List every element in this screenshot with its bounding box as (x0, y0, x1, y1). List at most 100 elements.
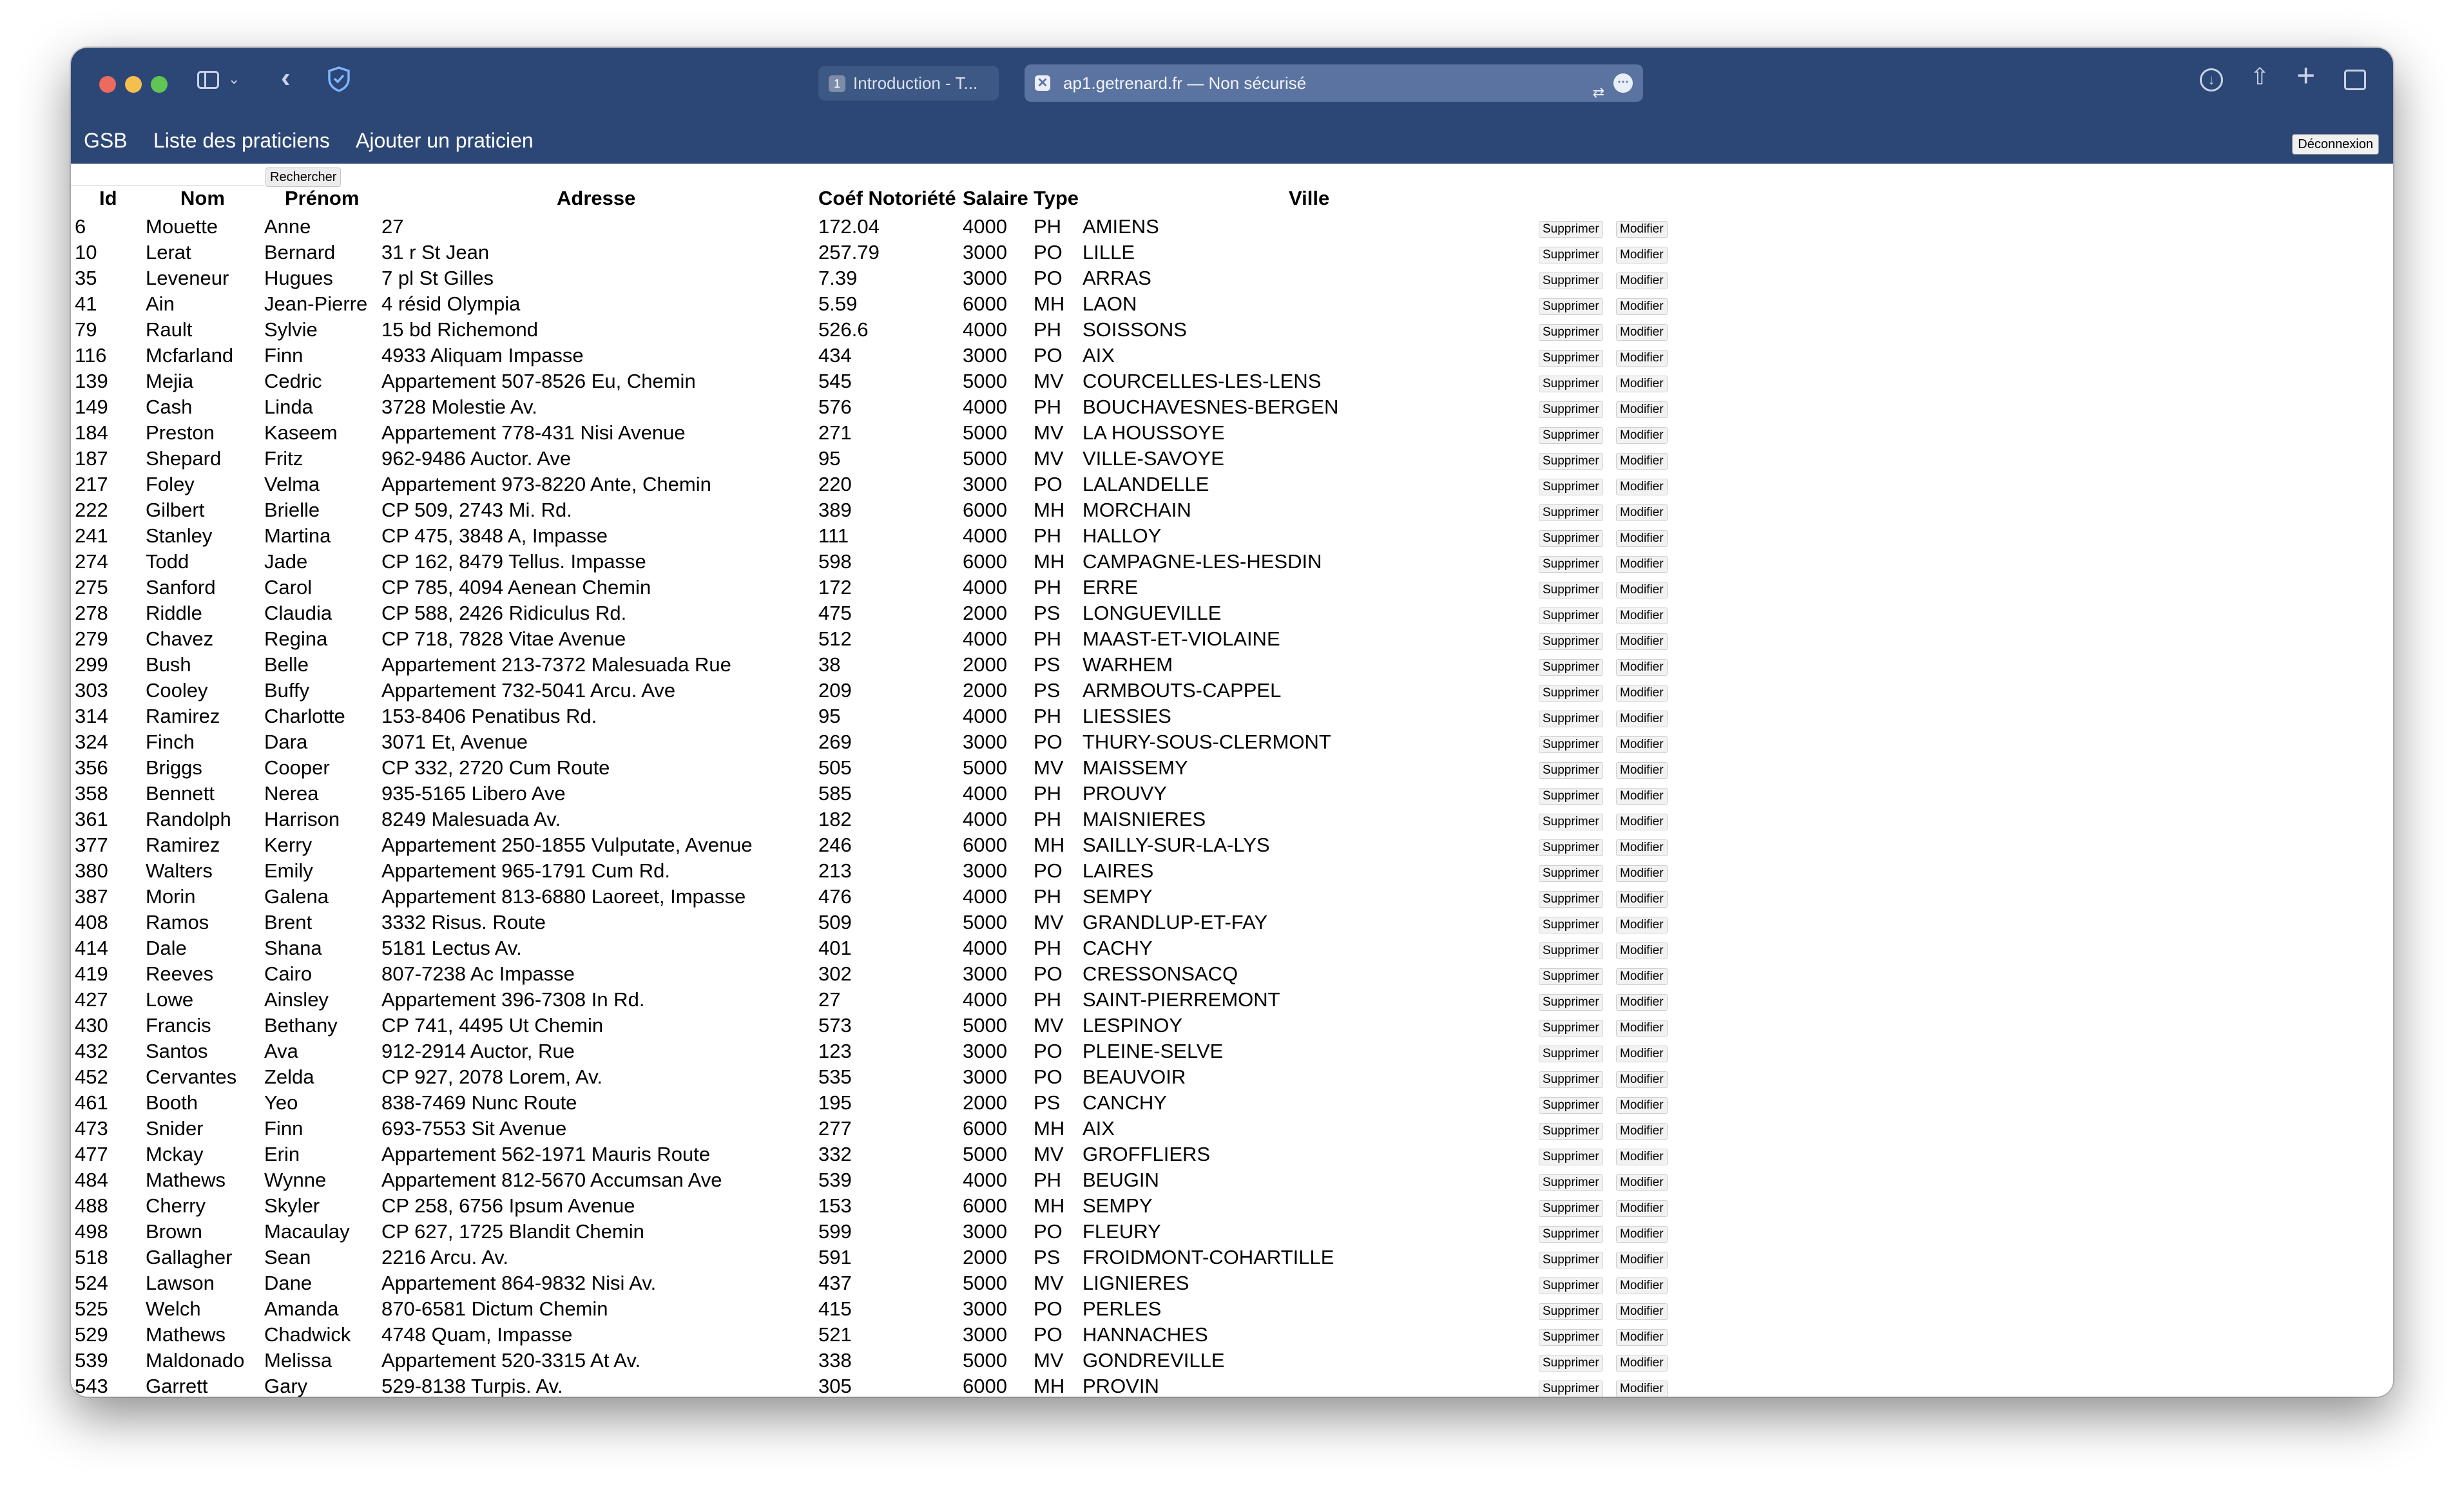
translate-icon[interactable]: ⇄ (1593, 74, 1604, 111)
minimize-window-button[interactable] (125, 76, 142, 93)
edit-button[interactable]: Modifier (1616, 401, 1668, 418)
delete-button[interactable]: Supprimer (1539, 917, 1603, 933)
edit-button[interactable]: Modifier (1616, 865, 1668, 882)
delete-button[interactable]: Supprimer (1539, 1097, 1603, 1114)
delete-button[interactable]: Supprimer (1539, 530, 1603, 547)
nav-list-practitioners[interactable]: Liste des praticiens (153, 129, 330, 153)
edit-button[interactable]: Modifier (1616, 788, 1668, 805)
back-arrow-icon[interactable]: ‹ (281, 62, 291, 94)
edit-button[interactable]: Modifier (1616, 273, 1668, 289)
edit-button[interactable]: Modifier (1616, 1200, 1668, 1217)
shield-icon[interactable] (326, 66, 352, 93)
delete-button[interactable]: Supprimer (1539, 865, 1603, 882)
delete-button[interactable]: Supprimer (1539, 994, 1603, 1011)
delete-button[interactable]: Supprimer (1539, 298, 1603, 315)
delete-button[interactable]: Supprimer (1539, 1329, 1603, 1346)
edit-button[interactable]: Modifier (1616, 556, 1668, 573)
delete-button[interactable]: Supprimer (1539, 607, 1603, 624)
delete-button[interactable]: Supprimer (1539, 736, 1603, 753)
edit-button[interactable]: Modifier (1616, 479, 1668, 495)
brand-link[interactable]: GSB (84, 129, 128, 153)
edit-button[interactable]: Modifier (1616, 607, 1668, 624)
chevron-down-icon[interactable]: ⌄ (228, 71, 240, 88)
edit-button[interactable]: Modifier (1616, 1303, 1668, 1320)
delete-button[interactable]: Supprimer (1539, 1071, 1603, 1088)
delete-button[interactable]: Supprimer (1539, 504, 1603, 521)
edit-button[interactable]: Modifier (1616, 839, 1668, 856)
delete-button[interactable]: Supprimer (1539, 762, 1603, 779)
edit-button[interactable]: Modifier (1616, 685, 1668, 702)
edit-button[interactable]: Modifier (1616, 659, 1668, 676)
edit-button[interactable]: Modifier (1616, 530, 1668, 547)
delete-button[interactable]: Supprimer (1539, 1123, 1603, 1140)
delete-button[interactable]: Supprimer (1539, 968, 1603, 985)
edit-button[interactable]: Modifier (1616, 1329, 1668, 1346)
edit-button[interactable]: Modifier (1616, 968, 1668, 985)
share-icon[interactable]: ⇧ (2250, 63, 2269, 90)
browser-tab-introduction[interactable]: 1 Introduction - T... (818, 66, 999, 100)
delete-button[interactable]: Supprimer (1539, 659, 1603, 676)
edit-button[interactable]: Modifier (1616, 582, 1668, 598)
delete-button[interactable]: Supprimer (1539, 633, 1603, 650)
edit-button[interactable]: Modifier (1616, 762, 1668, 779)
logout-button[interactable]: Déconnexion (2292, 134, 2379, 155)
delete-button[interactable]: Supprimer (1539, 1303, 1603, 1320)
search-input[interactable] (71, 170, 264, 186)
edit-button[interactable]: Modifier (1616, 376, 1668, 392)
close-tab-icon[interactable]: ✕ (1035, 75, 1050, 91)
edit-button[interactable]: Modifier (1616, 942, 1668, 959)
edit-button[interactable]: Modifier (1616, 1071, 1668, 1088)
delete-button[interactable]: Supprimer (1539, 350, 1603, 367)
sidebar-toggle-icon[interactable] (197, 71, 219, 89)
edit-button[interactable]: Modifier (1616, 1277, 1668, 1294)
delete-button[interactable]: Supprimer (1539, 891, 1603, 908)
delete-button[interactable]: Supprimer (1539, 556, 1603, 573)
delete-button[interactable]: Supprimer (1539, 1200, 1603, 1217)
delete-button[interactable]: Supprimer (1539, 788, 1603, 805)
edit-button[interactable]: Modifier (1616, 736, 1668, 753)
edit-button[interactable]: Modifier (1616, 504, 1668, 521)
nav-add-practitioner[interactable]: Ajouter un praticien (356, 129, 534, 153)
edit-button[interactable]: Modifier (1616, 891, 1668, 908)
delete-button[interactable]: Supprimer (1539, 1252, 1603, 1268)
edit-button[interactable]: Modifier (1616, 917, 1668, 933)
search-button[interactable]: Rechercher (265, 167, 342, 187)
delete-button[interactable]: Supprimer (1539, 247, 1603, 263)
edit-button[interactable]: Modifier (1616, 427, 1668, 444)
delete-button[interactable]: Supprimer (1539, 453, 1603, 470)
edit-button[interactable]: Modifier (1616, 350, 1668, 367)
edit-button[interactable]: Modifier (1616, 298, 1668, 315)
delete-button[interactable]: Supprimer (1539, 376, 1603, 392)
download-icon[interactable]: ↓ (2200, 68, 2223, 91)
delete-button[interactable]: Supprimer (1539, 839, 1603, 856)
edit-button[interactable]: Modifier (1616, 1046, 1668, 1062)
edit-button[interactable]: Modifier (1616, 1123, 1668, 1140)
edit-button[interactable]: Modifier (1616, 1174, 1668, 1191)
delete-button[interactable]: Supprimer (1539, 401, 1603, 418)
browser-tab-active-address[interactable]: ✕ ap1.getrenard.fr — Non sécurisé ⇄ ⋯ (1025, 64, 1643, 102)
edit-button[interactable]: Modifier (1616, 814, 1668, 830)
delete-button[interactable]: Supprimer (1539, 1226, 1603, 1243)
edit-button[interactable]: Modifier (1616, 221, 1668, 238)
delete-button[interactable]: Supprimer (1539, 221, 1603, 238)
delete-button[interactable]: Supprimer (1539, 582, 1603, 598)
delete-button[interactable]: Supprimer (1539, 711, 1603, 727)
delete-button[interactable]: Supprimer (1539, 1149, 1603, 1165)
delete-button[interactable]: Supprimer (1539, 273, 1603, 289)
delete-button[interactable]: Supprimer (1539, 942, 1603, 959)
delete-button[interactable]: Supprimer (1539, 1174, 1603, 1191)
edit-button[interactable]: Modifier (1616, 711, 1668, 727)
delete-button[interactable]: Supprimer (1539, 427, 1603, 444)
delete-button[interactable]: Supprimer (1539, 685, 1603, 702)
close-window-button[interactable] (99, 76, 116, 93)
delete-button[interactable]: Supprimer (1539, 479, 1603, 495)
delete-button[interactable]: Supprimer (1539, 1046, 1603, 1062)
tab-overview-icon[interactable] (2344, 70, 2366, 90)
edit-button[interactable]: Modifier (1616, 324, 1668, 341)
edit-button[interactable]: Modifier (1616, 1097, 1668, 1114)
edit-button[interactable]: Modifier (1616, 1226, 1668, 1243)
edit-button[interactable]: Modifier (1616, 453, 1668, 470)
new-tab-icon[interactable]: + (2296, 59, 2315, 91)
edit-button[interactable]: Modifier (1616, 633, 1668, 650)
maximize-window-button[interactable] (151, 76, 168, 93)
